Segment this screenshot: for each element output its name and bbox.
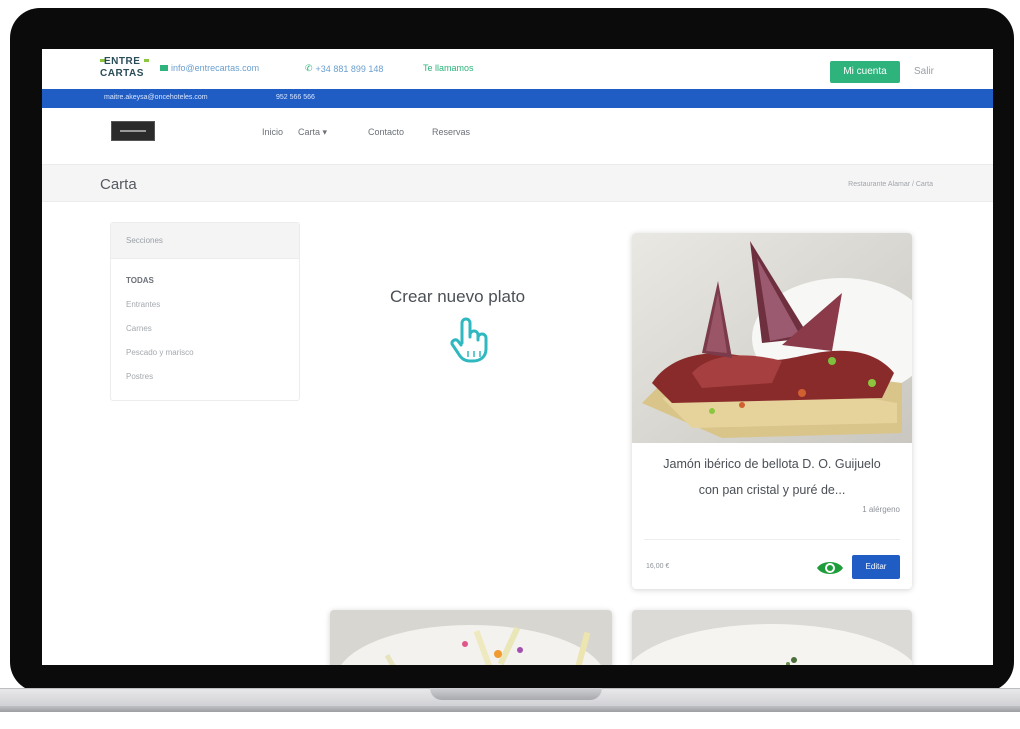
phone-icon: ✆ xyxy=(305,63,313,73)
envelope-icon xyxy=(160,65,168,71)
restaurant-logo-mark xyxy=(120,130,146,132)
laptop-notch xyxy=(430,688,602,700)
laptop-base-edge xyxy=(0,706,1020,712)
restaurant-contact-bar: maitre.akeysa@oncehoteles.com 952 566 56… xyxy=(42,89,993,108)
entrecartas-logo[interactable]: ENTRE CARTAS xyxy=(100,56,152,82)
dish-price: 16,00 € xyxy=(646,563,670,570)
sections-sidebar: Secciones TODAS Entrantes Carnes Pescado… xyxy=(110,222,300,401)
page-title: Carta xyxy=(100,176,137,193)
eye-icon[interactable] xyxy=(816,559,844,577)
main-nav: Inicio Carta ▾ Contacto Reservas xyxy=(42,108,993,158)
sidebar-item-postres[interactable]: Postres xyxy=(126,372,153,381)
dish-photo xyxy=(632,233,912,443)
sidebar-heading-text: Secciones xyxy=(126,236,163,245)
restaurant-phone[interactable]: 952 566 566 xyxy=(276,94,315,101)
contact-phone-text: +34 881 899 148 xyxy=(315,63,384,74)
pointer-hand-icon xyxy=(450,317,488,363)
restaurant-email[interactable]: maitre.akeysa@oncehoteles.com xyxy=(104,94,208,101)
dish-card[interactable]: Jamón ibérico de bellota D. O. Guijuelo … xyxy=(632,233,912,589)
my-account-button[interactable]: Mi cuenta xyxy=(830,61,900,83)
sidebar-item-pescado[interactable]: Pescado y marisco xyxy=(126,348,194,357)
contact-email[interactable]: info@entrecartas.com xyxy=(160,63,259,73)
nav-item-contacto[interactable]: Contacto xyxy=(368,127,404,137)
logo-accent-right xyxy=(144,59,149,62)
dish-name: Jamón ibérico de bellota D. O. Guijuelo … xyxy=(632,451,912,503)
sidebar-heading: Secciones xyxy=(111,223,299,259)
dish-card-partial-left[interactable] xyxy=(330,610,612,665)
nav-item-reservas[interactable]: Reservas xyxy=(432,127,470,137)
sidebar-item-entrantes[interactable]: Entrantes xyxy=(126,300,160,309)
edit-dish-button[interactable]: Editar xyxy=(852,555,900,579)
top-contact-bar: ENTRE CARTAS info@entrecartas.com ✆ +34 … xyxy=(42,49,993,89)
dish-name-line-1: Jamón ibérico de bellota D. O. Guijuelo xyxy=(663,457,881,471)
sidebar-item-todas[interactable]: TODAS xyxy=(126,276,154,285)
logo-line-1: ENTRE xyxy=(104,56,141,67)
create-dish-button[interactable]: Crear nuevo plato xyxy=(390,287,525,307)
logout-link[interactable]: Salir xyxy=(914,66,934,77)
dish-name-line-2: con pan cristal y puré de... xyxy=(698,483,846,497)
contact-email-text: info@entrecartas.com xyxy=(171,63,260,73)
nav-item-carta[interactable]: Carta ▾ xyxy=(298,127,327,138)
dish-card-partial-right[interactable] xyxy=(632,610,912,665)
contact-phone[interactable]: ✆ +34 881 899 148 xyxy=(305,63,383,74)
dish-photo-partial-right xyxy=(632,610,912,665)
restaurant-logo[interactable] xyxy=(111,121,155,141)
callback-link[interactable]: Te llamamos xyxy=(423,63,474,73)
laptop-screen: ENTRE CARTAS info@entrecartas.com ✆ +34 … xyxy=(42,49,993,665)
allergen-count: 1 alérgeno xyxy=(862,505,900,514)
logo-line-2: CARTAS xyxy=(100,68,144,79)
page-title-band: Carta Restaurante Alamar / Carta xyxy=(42,164,993,202)
breadcrumb[interactable]: Restaurante Alamar / Carta xyxy=(848,181,933,188)
nav-item-inicio[interactable]: Inicio xyxy=(262,127,283,137)
sidebar-item-carnes[interactable]: Carnes xyxy=(126,324,152,333)
card-divider xyxy=(644,539,900,540)
dish-photo-partial-left xyxy=(330,610,612,665)
